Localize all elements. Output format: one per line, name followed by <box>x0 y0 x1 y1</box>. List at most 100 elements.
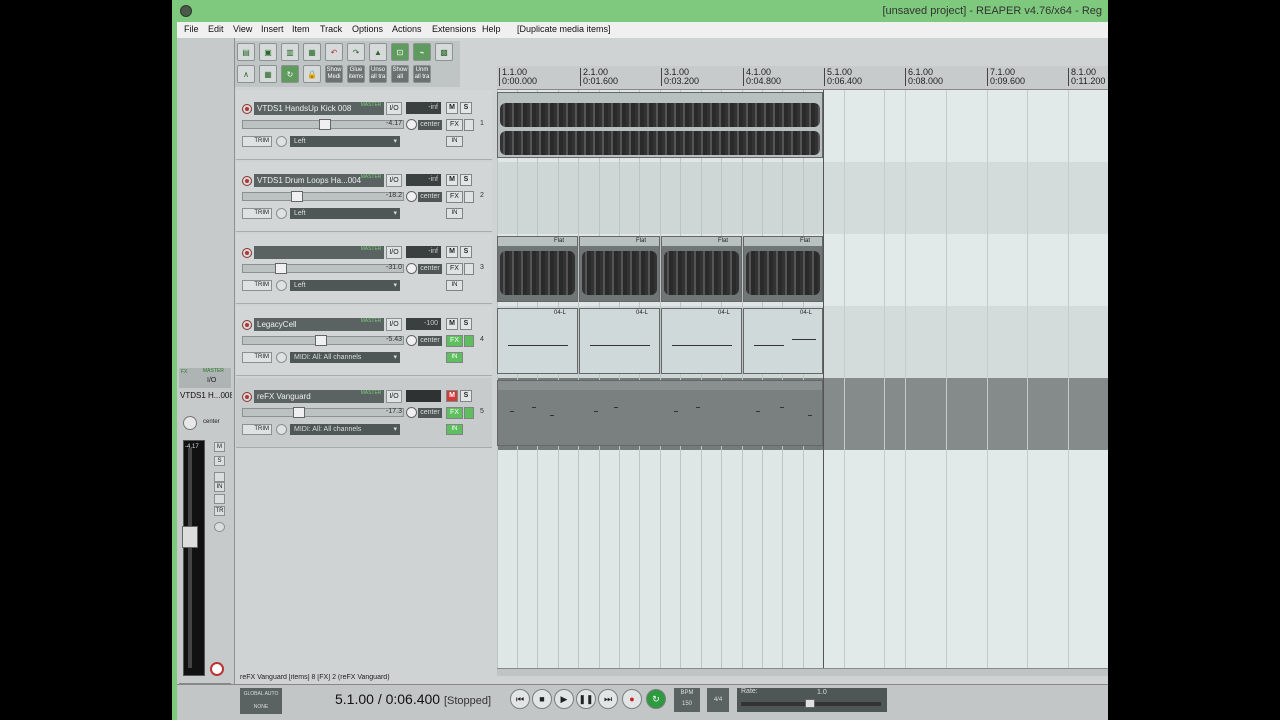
show-media-button[interactable]: Show Medi <box>325 65 343 83</box>
menu-file[interactable]: File <box>184 24 199 34</box>
input-select[interactable]: MIDI: All: All channels <box>290 352 400 363</box>
pan-knob[interactable] <box>406 119 417 130</box>
track-2[interactable]: VTDS1 Drum Loops Ha...004 MASTER I/O -in… <box>236 162 492 232</box>
io-button[interactable]: I/O <box>386 174 402 187</box>
grid-icon[interactable]: ▩ <box>435 43 453 61</box>
record-arm-icon[interactable] <box>242 392 252 402</box>
save-project-icon[interactable]: ▥ <box>281 43 299 61</box>
input-monitor-button[interactable]: IN <box>446 208 463 219</box>
pause-button[interactable]: ❚❚ <box>576 689 596 709</box>
time-signature-display[interactable]: 4/4 <box>707 688 729 712</box>
time-display[interactable]: 5.1.00 / 0:06.400 [Stopped] <box>335 691 491 707</box>
reaper-app-icon[interactable] <box>180 5 192 17</box>
fx-bypass-button[interactable] <box>464 335 474 347</box>
mute-button[interactable]: M <box>446 318 458 330</box>
io-button[interactable]: I/O <box>386 390 402 403</box>
pan-knob[interactable] <box>406 263 417 274</box>
input-monitor-button[interactable]: IN <box>446 280 463 291</box>
solo-button[interactable]: S <box>460 102 472 114</box>
record-arm-icon[interactable] <box>242 104 252 114</box>
fx-bypass-button[interactable] <box>464 119 474 131</box>
input-select[interactable]: Left <box>290 136 400 147</box>
input-monitor-button[interactable]: IN <box>446 136 463 147</box>
mixer-rec-arm-icon[interactable] <box>210 662 224 676</box>
ripple-edit-icon[interactable]: ⊡ <box>391 43 409 61</box>
unmute-all-button[interactable]: Unm all tra <box>413 65 431 83</box>
pan-knob[interactable] <box>406 335 417 346</box>
stop-button[interactable]: ■ <box>532 689 552 709</box>
envelope-icon[interactable] <box>276 208 287 219</box>
midi-item[interactable]: 04-L <box>661 308 742 374</box>
midi-item[interactable]: 04-L <box>579 308 660 374</box>
io-button[interactable]: I/O <box>386 318 402 331</box>
playrate-control[interactable]: Rate: 1.0 <box>737 688 887 712</box>
fx-button[interactable]: FX <box>446 263 463 275</box>
envelope-icon[interactable] <box>276 352 287 363</box>
pan-knob[interactable] <box>406 191 417 202</box>
input-monitor-button[interactable]: IN <box>446 352 463 363</box>
redo-icon[interactable]: ↷ <box>347 43 365 61</box>
horizontal-scrollbar[interactable] <box>497 668 1108 676</box>
go-to-end-button[interactable]: ⏭ <box>598 689 618 709</box>
mixer-pan-knob[interactable] <box>183 416 197 430</box>
track-3[interactable]: MASTER I/O -inf M S -31.0 center FX TRIM… <box>236 234 492 304</box>
solo-button[interactable]: S <box>460 174 472 186</box>
arrange-view[interactable]: Flat Flat Flat Flat 04-L 04-L 04-L 04-L <box>497 90 1108 668</box>
menu-track[interactable]: Track <box>320 24 342 34</box>
fx-bypass-button[interactable] <box>464 407 474 419</box>
mixer-mute-button[interactable]: M <box>214 442 225 452</box>
unsolo-all-button[interactable]: Unso all tra <box>369 65 387 83</box>
mixer-env-icon[interactable] <box>214 522 225 532</box>
grid-lines-icon[interactable]: ▦ <box>259 65 277 83</box>
fx-button[interactable]: FX <box>446 191 463 203</box>
mixer-volume-fader[interactable] <box>182 526 198 548</box>
snap-icon[interactable]: ⌁ <box>413 43 431 61</box>
mute-button[interactable]: M <box>446 246 458 258</box>
glue-items-button[interactable]: Glue items <box>347 65 365 83</box>
fx-bypass-button[interactable] <box>464 191 474 203</box>
mixer-fx-label[interactable]: FX <box>181 369 187 375</box>
mixer-solo-button[interactable]: S <box>214 456 225 466</box>
track-1[interactable]: VTDS1 HandsUp Kick 008 MASTER I/O -inf M… <box>236 90 492 160</box>
solo-button[interactable]: S <box>460 318 472 330</box>
fx-button[interactable]: FX <box>446 119 463 131</box>
media-item-loop[interactable]: Flat <box>661 236 742 302</box>
mixer-io-button[interactable]: I/O <box>207 377 216 384</box>
menu-edit[interactable]: Edit <box>208 24 224 34</box>
envelope-icon[interactable] <box>276 136 287 147</box>
record-arm-icon[interactable] <box>242 248 252 258</box>
trim-button[interactable]: TRIM <box>242 352 272 363</box>
media-item-loop[interactable]: Flat <box>579 236 660 302</box>
menu-insert[interactable]: Insert <box>261 24 284 34</box>
mixer-in-button[interactable]: IN <box>214 482 225 492</box>
trim-button[interactable]: TRIM <box>242 280 272 291</box>
menu-help[interactable]: Help <box>482 24 501 34</box>
mute-button[interactable]: M <box>446 102 458 114</box>
rate-slider-handle[interactable] <box>805 699 815 708</box>
trim-button[interactable]: TRIM <box>242 208 272 219</box>
input-select[interactable]: MIDI: All: All channels <box>290 424 400 435</box>
midi-item[interactable]: 04-L <box>743 308 823 374</box>
show-all-button[interactable]: Show all <box>391 65 409 83</box>
track-5[interactable]: reFX Vanguard MASTER I/O M S -17.3 cente… <box>236 378 492 448</box>
menu-item[interactable]: Item <box>292 24 310 34</box>
midi-item-vanguard[interactable] <box>497 380 823 446</box>
trim-button[interactable]: TRIM <box>242 424 272 435</box>
loop-icon[interactable]: ↻ <box>281 65 299 83</box>
input-monitor-button[interactable]: IN <box>446 424 463 435</box>
menu-actions[interactable]: Actions <box>392 24 422 34</box>
menu-extensions[interactable]: Extensions <box>432 24 476 34</box>
play-button[interactable]: ▶ <box>554 689 574 709</box>
media-item-loop[interactable]: Flat <box>497 236 578 302</box>
new-project-icon[interactable]: ▤ <box>237 43 255 61</box>
trim-button[interactable]: TRIM <box>242 136 272 147</box>
fx-bypass-button[interactable] <box>464 263 474 275</box>
media-item-loop[interactable]: Flat <box>743 236 823 302</box>
io-button[interactable]: I/O <box>386 246 402 259</box>
envelope-icon[interactable] <box>276 280 287 291</box>
project-settings-icon[interactable]: ▦ <box>303 43 321 61</box>
track-4[interactable]: LegacyCell MASTER I/O -100 M S -5.43 cen… <box>236 306 492 376</box>
midi-item[interactable]: 04-L <box>497 308 578 374</box>
global-automation-button[interactable]: GLOBAL AUTO NONE <box>240 688 282 714</box>
mixer-phase-button[interactable] <box>214 472 225 482</box>
